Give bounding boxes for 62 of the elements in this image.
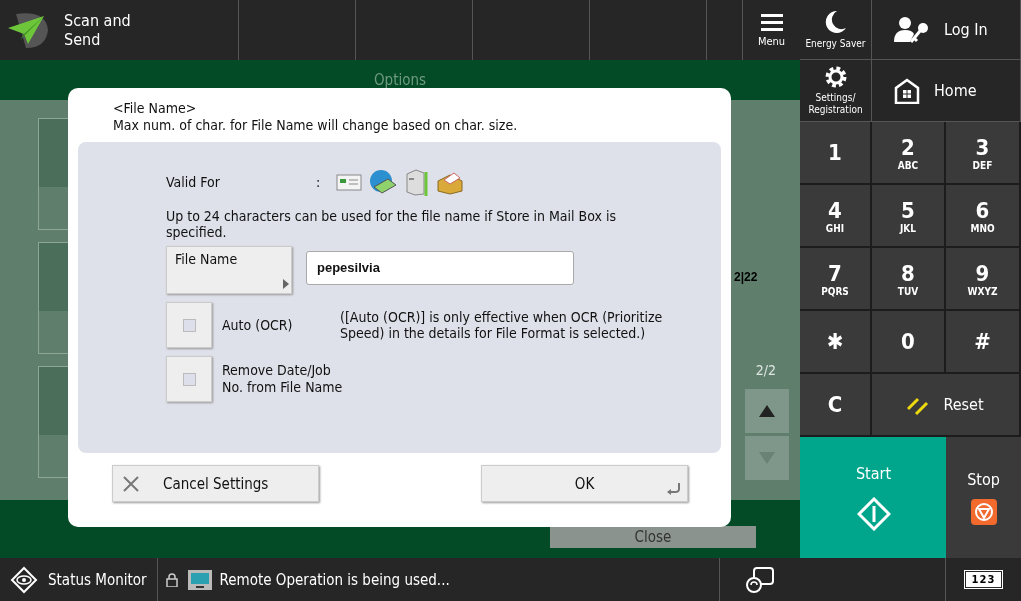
checkbox-square-icon — [182, 318, 196, 332]
keypad-key[interactable]: 1 — [800, 122, 872, 185]
cancel-settings-button[interactable]: Cancel Settings — [112, 465, 319, 502]
start-diamond-icon — [856, 497, 891, 531]
keypad-key[interactable]: 0 — [872, 311, 946, 374]
checkbox-square-icon — [182, 372, 196, 386]
settings-icon — [824, 65, 847, 88]
separator: : — [316, 174, 322, 190]
dialog-note: Max num. of char. for File Name will change based on char. size. — [112, 117, 519, 134]
moon-icon — [824, 9, 847, 34]
keypad-key[interactable]: 6 MNO — [946, 185, 1021, 248]
status-message: Remote Operation is being used... — [219, 570, 450, 589]
valid-for-label: Valid For — [166, 174, 221, 190]
globe-icon — [368, 169, 398, 195]
person-key-icon — [894, 15, 930, 44]
keypad-key[interactable]: ✱ — [800, 311, 872, 374]
eye-diamond-icon — [10, 565, 38, 594]
option-label: Remove Date/Job No. from File Name — [222, 362, 343, 396]
checkbox[interactable] — [166, 356, 212, 402]
keypad-key[interactable]: # — [946, 311, 1021, 374]
remote-operation-icon[interactable] — [745, 565, 775, 594]
menu-icon — [760, 12, 783, 31]
ok-button[interactable]: OK — [481, 465, 688, 502]
keypad-key[interactable]: 2 ABC — [872, 122, 946, 185]
keypad-key[interactable]: 3 DEF — [946, 122, 1021, 185]
energy-saver-button[interactable]: Energy Saver — [800, 0, 872, 60]
info-text: Up to 24 characters can be used for the file name if Store in Mail Box is specified. — [166, 208, 617, 240]
reset-button[interactable]: Reset — [872, 374, 1021, 437]
monitor-icon — [187, 569, 212, 590]
file-name-button[interactable]: File Name — [166, 246, 292, 294]
overlay-text: 2|22 — [734, 270, 758, 284]
enter-arrow-icon — [667, 483, 681, 495]
close-button[interactable]: Close — [550, 526, 756, 548]
paper-plane-icon — [6, 10, 50, 50]
up-triangle-icon — [759, 405, 775, 417]
dialog-title: <File Name> — [112, 100, 198, 117]
stop-button[interactable]: Stop — [946, 437, 1021, 558]
close-icon — [123, 475, 139, 492]
keypad-key[interactable]: 4 GHI — [800, 185, 872, 248]
page-indicator: 2/2 — [755, 362, 776, 378]
keypad-key[interactable]: 7 PQRS — [800, 248, 872, 311]
checkbox[interactable] — [166, 302, 212, 348]
status-monitor-button[interactable]: Status Monitor — [0, 558, 158, 601]
clear-key[interactable]: C — [800, 374, 872, 437]
caret-icon — [283, 279, 289, 289]
keypad-key[interactable]: 5 JKL — [872, 185, 946, 248]
server-icon — [404, 168, 430, 196]
email-icon — [336, 172, 362, 192]
keypad-key[interactable]: 9 WXYZ — [946, 248, 1021, 311]
app-title: Scan and Send — [64, 11, 131, 49]
screen-title: Options — [373, 71, 427, 89]
option-label: Auto (OCR) — [222, 316, 294, 334]
option-note: ([Auto (OCR)] is only effective when OCR (Prioritize Speed) in the details for File Format is selected.) — [340, 309, 664, 341]
home-icon — [894, 77, 920, 104]
log-in-button[interactable]: Log In — [872, 0, 1021, 60]
lock-icon — [165, 572, 178, 587]
stop-icon — [970, 499, 997, 525]
home-button[interactable]: Home — [872, 60, 1021, 122]
scroll-up-button[interactable] — [745, 389, 789, 433]
keypad-key[interactable]: 8 TUV — [872, 248, 946, 311]
settings-button[interactable]: Settings/ Registration — [800, 60, 872, 122]
file-name-field[interactable]: pepesilvia — [306, 251, 574, 285]
